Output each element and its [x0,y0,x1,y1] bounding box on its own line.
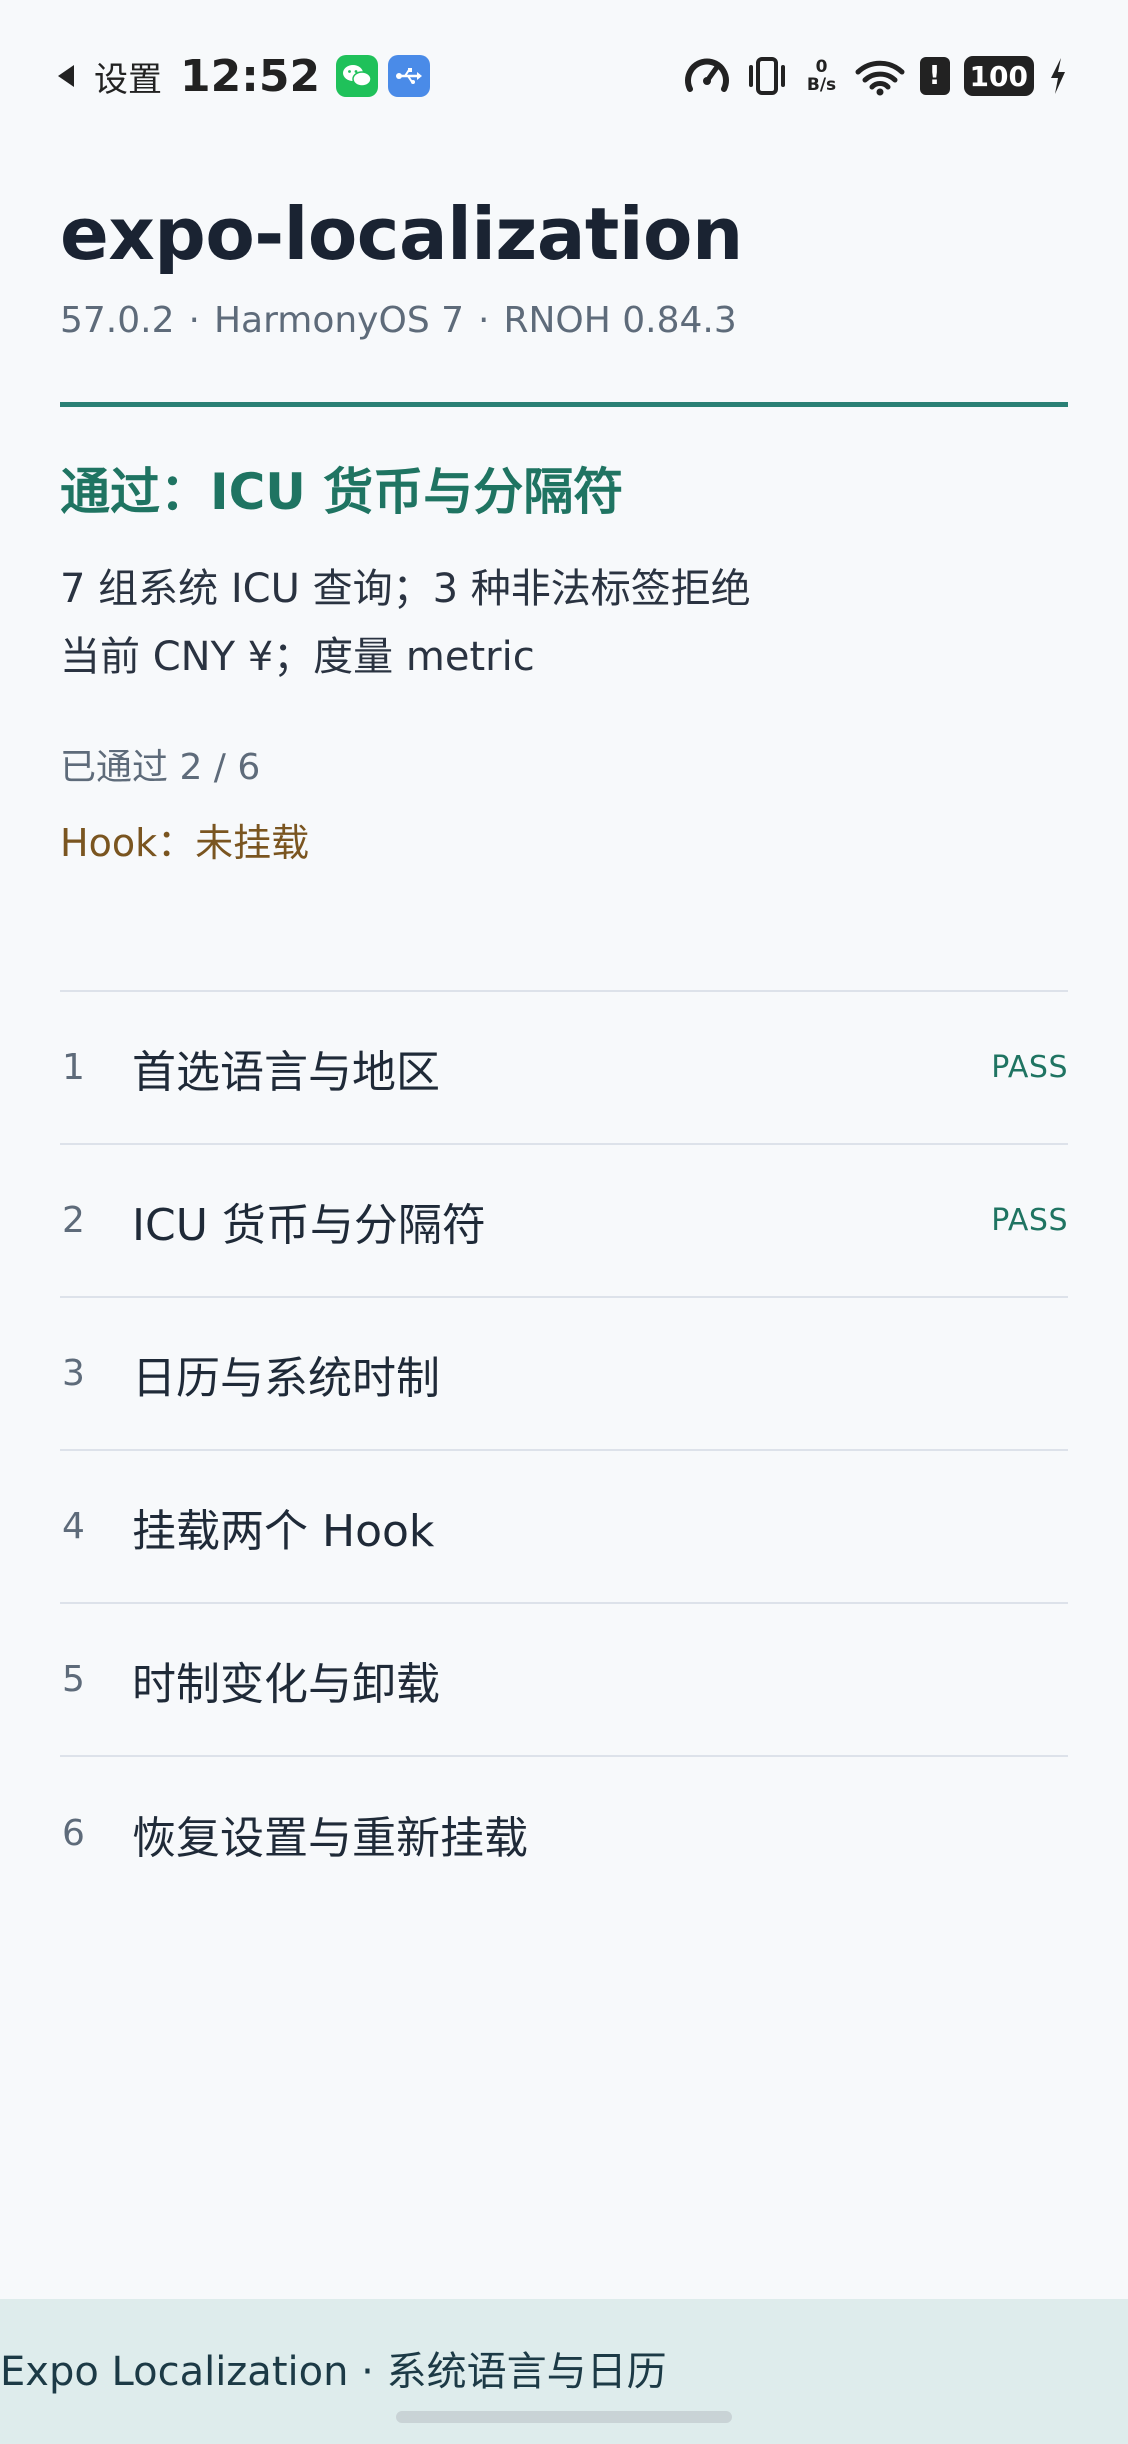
wechat-icon [336,55,379,97]
step-row-2[interactable]: 2 ICU 货币与分隔符 PASS [60,1145,1068,1298]
footer-label: Expo Localization · 系统语言与日历 [0,2349,667,2395]
step-row-3[interactable]: 3 日历与系统时制 [60,1298,1068,1451]
vibrate-icon [744,55,790,97]
step-number: 6 [62,1813,85,1854]
hook-status: Hook：未挂载 [60,821,310,865]
screen: 设置 12:52 0 B/s ! 100 expo-localization 5… [0,0,1128,2444]
step-label: 日历与系统时制 [132,1352,440,1404]
step-row-6[interactable]: 6 恢复设置与重新挂载 [60,1757,1068,1910]
step-status: PASS [991,1050,1068,1085]
step-row-4[interactable]: 4 挂载两个 Hook [60,1451,1068,1604]
footer-bar: Expo Localization · 系统语言与日历 [0,2299,1128,2444]
step-number: 1 [62,1047,85,1088]
status-bar: 设置 12:52 0 B/s ! 100 [0,0,1128,150]
header-divider [60,402,1068,407]
wifi-icon [854,56,906,96]
step-label: 首选语言与地区 [132,1046,440,1098]
version-meta: 57.0.2 · HarmonyOS 7 · RNOH 0.84.3 [60,300,737,341]
os-version: HarmonyOS 7 [213,300,465,341]
step-number: 5 [62,1659,85,1700]
step-status: PASS [991,1203,1068,1238]
back-arrow-icon [58,65,74,87]
charging-bolt-icon [1048,56,1068,96]
test-step-list: 1 首选语言与地区 PASS 2 ICU 货币与分隔符 PASS 3 日历与系统… [60,990,1068,1910]
result-title: 通过：ICU 货币与分隔符 [60,463,624,521]
result-detail: 7 组系统 ICU 查询；3 种非法标签拒绝 [60,566,751,612]
home-indicator[interactable] [396,2411,732,2423]
step-number: 2 [62,1200,85,1241]
back-label: 设置 [94,59,162,100]
usb-icon [388,55,431,97]
step-label: 恢复设置与重新挂载 [132,1812,528,1864]
meta-separator: · [188,300,200,341]
step-label: 挂载两个 Hook [132,1505,435,1557]
result-detail: 当前 CNY ¥；度量 metric [60,634,535,680]
network-speed: 0 B/s [804,58,840,94]
alert-icon: ! [919,57,950,95]
step-number: 3 [62,1353,85,1394]
status-icons: 0 B/s ! 100 [684,48,1068,104]
page-title: expo-localization [60,192,743,276]
back-to-settings[interactable]: 设置 12:52 [58,48,440,104]
step-number: 4 [62,1506,85,1547]
rnoh-version: RNOH 0.84.3 [503,300,737,341]
meta-separator: · [478,300,490,341]
network-speed-value: 0 [815,57,828,77]
step-row-5[interactable]: 5 时制变化与卸载 [60,1604,1068,1757]
network-speed-unit: B/s [806,75,837,95]
package-version: 57.0.2 [60,300,175,341]
speedometer-icon [684,55,730,97]
pass-progress: 已通过 2 / 6 [60,747,261,788]
step-label: 时制变化与卸载 [132,1658,440,1710]
step-row-1[interactable]: 1 首选语言与地区 PASS [60,992,1068,1145]
battery-indicator: 100 [963,56,1034,96]
clock: 12:52 [180,50,321,102]
step-label: ICU 货币与分隔符 [132,1199,486,1251]
